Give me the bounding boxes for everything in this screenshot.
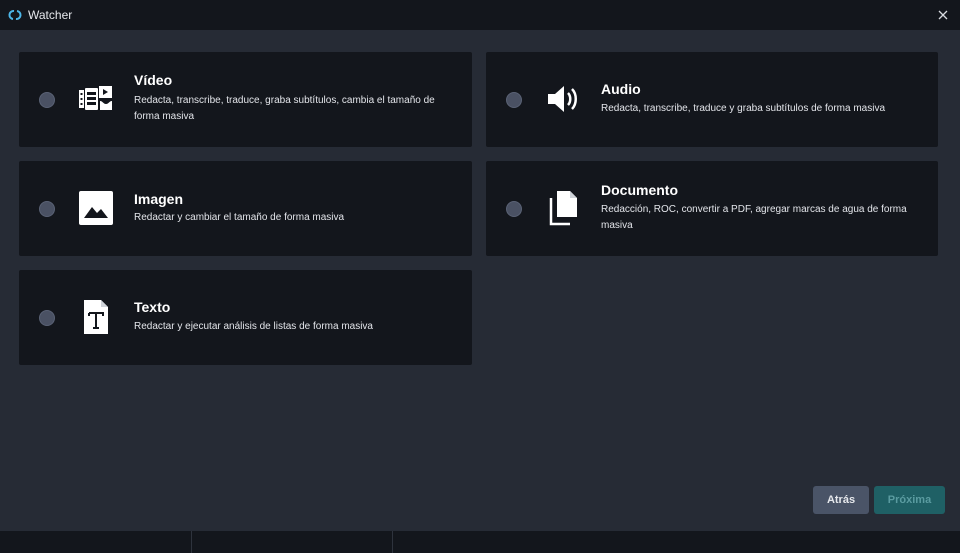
image-icon — [78, 190, 114, 226]
option-card-video[interactable]: Vídeo Redacta, transcribe, traduce, grab… — [19, 52, 472, 147]
audio-description: Redacta, transcribe, traduce y graba sub… — [601, 103, 886, 114]
documents-icon — [545, 190, 581, 226]
documento-title: Documento — [601, 182, 678, 198]
option-card-documento[interactable]: Documento Redacción, ROC, convertir a PD… — [486, 161, 938, 256]
texto-radio[interactable] — [39, 310, 55, 326]
texto-description: Redactar y ejecutar análisis de listas d… — [134, 321, 373, 332]
back-button[interactable]: Atrás — [813, 486, 869, 514]
video-icon — [78, 80, 114, 116]
imagen-description: Redactar y cambiar el tamaño de forma ma… — [134, 212, 345, 223]
close-button[interactable] — [934, 6, 952, 24]
speaker-icon — [545, 81, 581, 117]
status-divider — [191, 531, 192, 553]
next-button[interactable]: Próxima — [874, 486, 945, 514]
option-card-texto[interactable]: Texto Redactar y ejecutar análisis de li… — [19, 270, 472, 365]
audio-radio[interactable] — [506, 92, 522, 108]
texto-title: Texto — [134, 299, 171, 315]
title-bar: Watcher — [0, 0, 960, 30]
documento-radio[interactable] — [506, 201, 522, 217]
watcher-window: Watcher Vídeo Redacta, transcribe, tradu… — [0, 0, 960, 553]
video-title: Vídeo — [134, 72, 173, 88]
imagen-radio[interactable] — [39, 201, 55, 217]
status-divider — [392, 531, 393, 553]
imagen-title: Imagen — [134, 191, 184, 207]
window-title: Watcher — [28, 8, 73, 22]
watcher-logo-icon — [7, 8, 23, 22]
text-file-icon — [78, 299, 114, 335]
audio-title: Audio — [601, 81, 641, 97]
video-radio[interactable] — [39, 92, 55, 108]
option-card-audio[interactable]: Audio Redacta, transcribe, traduce y gra… — [486, 52, 938, 147]
video-description: Redacta, transcribe, traduce, graba subt… — [134, 95, 435, 122]
close-icon — [938, 10, 948, 20]
documento-description: Redacción, ROC, convertir a PDF, agregar… — [601, 204, 907, 231]
status-bar — [0, 531, 960, 553]
option-card-imagen[interactable]: Imagen Redactar y cambiar el tamaño de f… — [19, 161, 472, 256]
